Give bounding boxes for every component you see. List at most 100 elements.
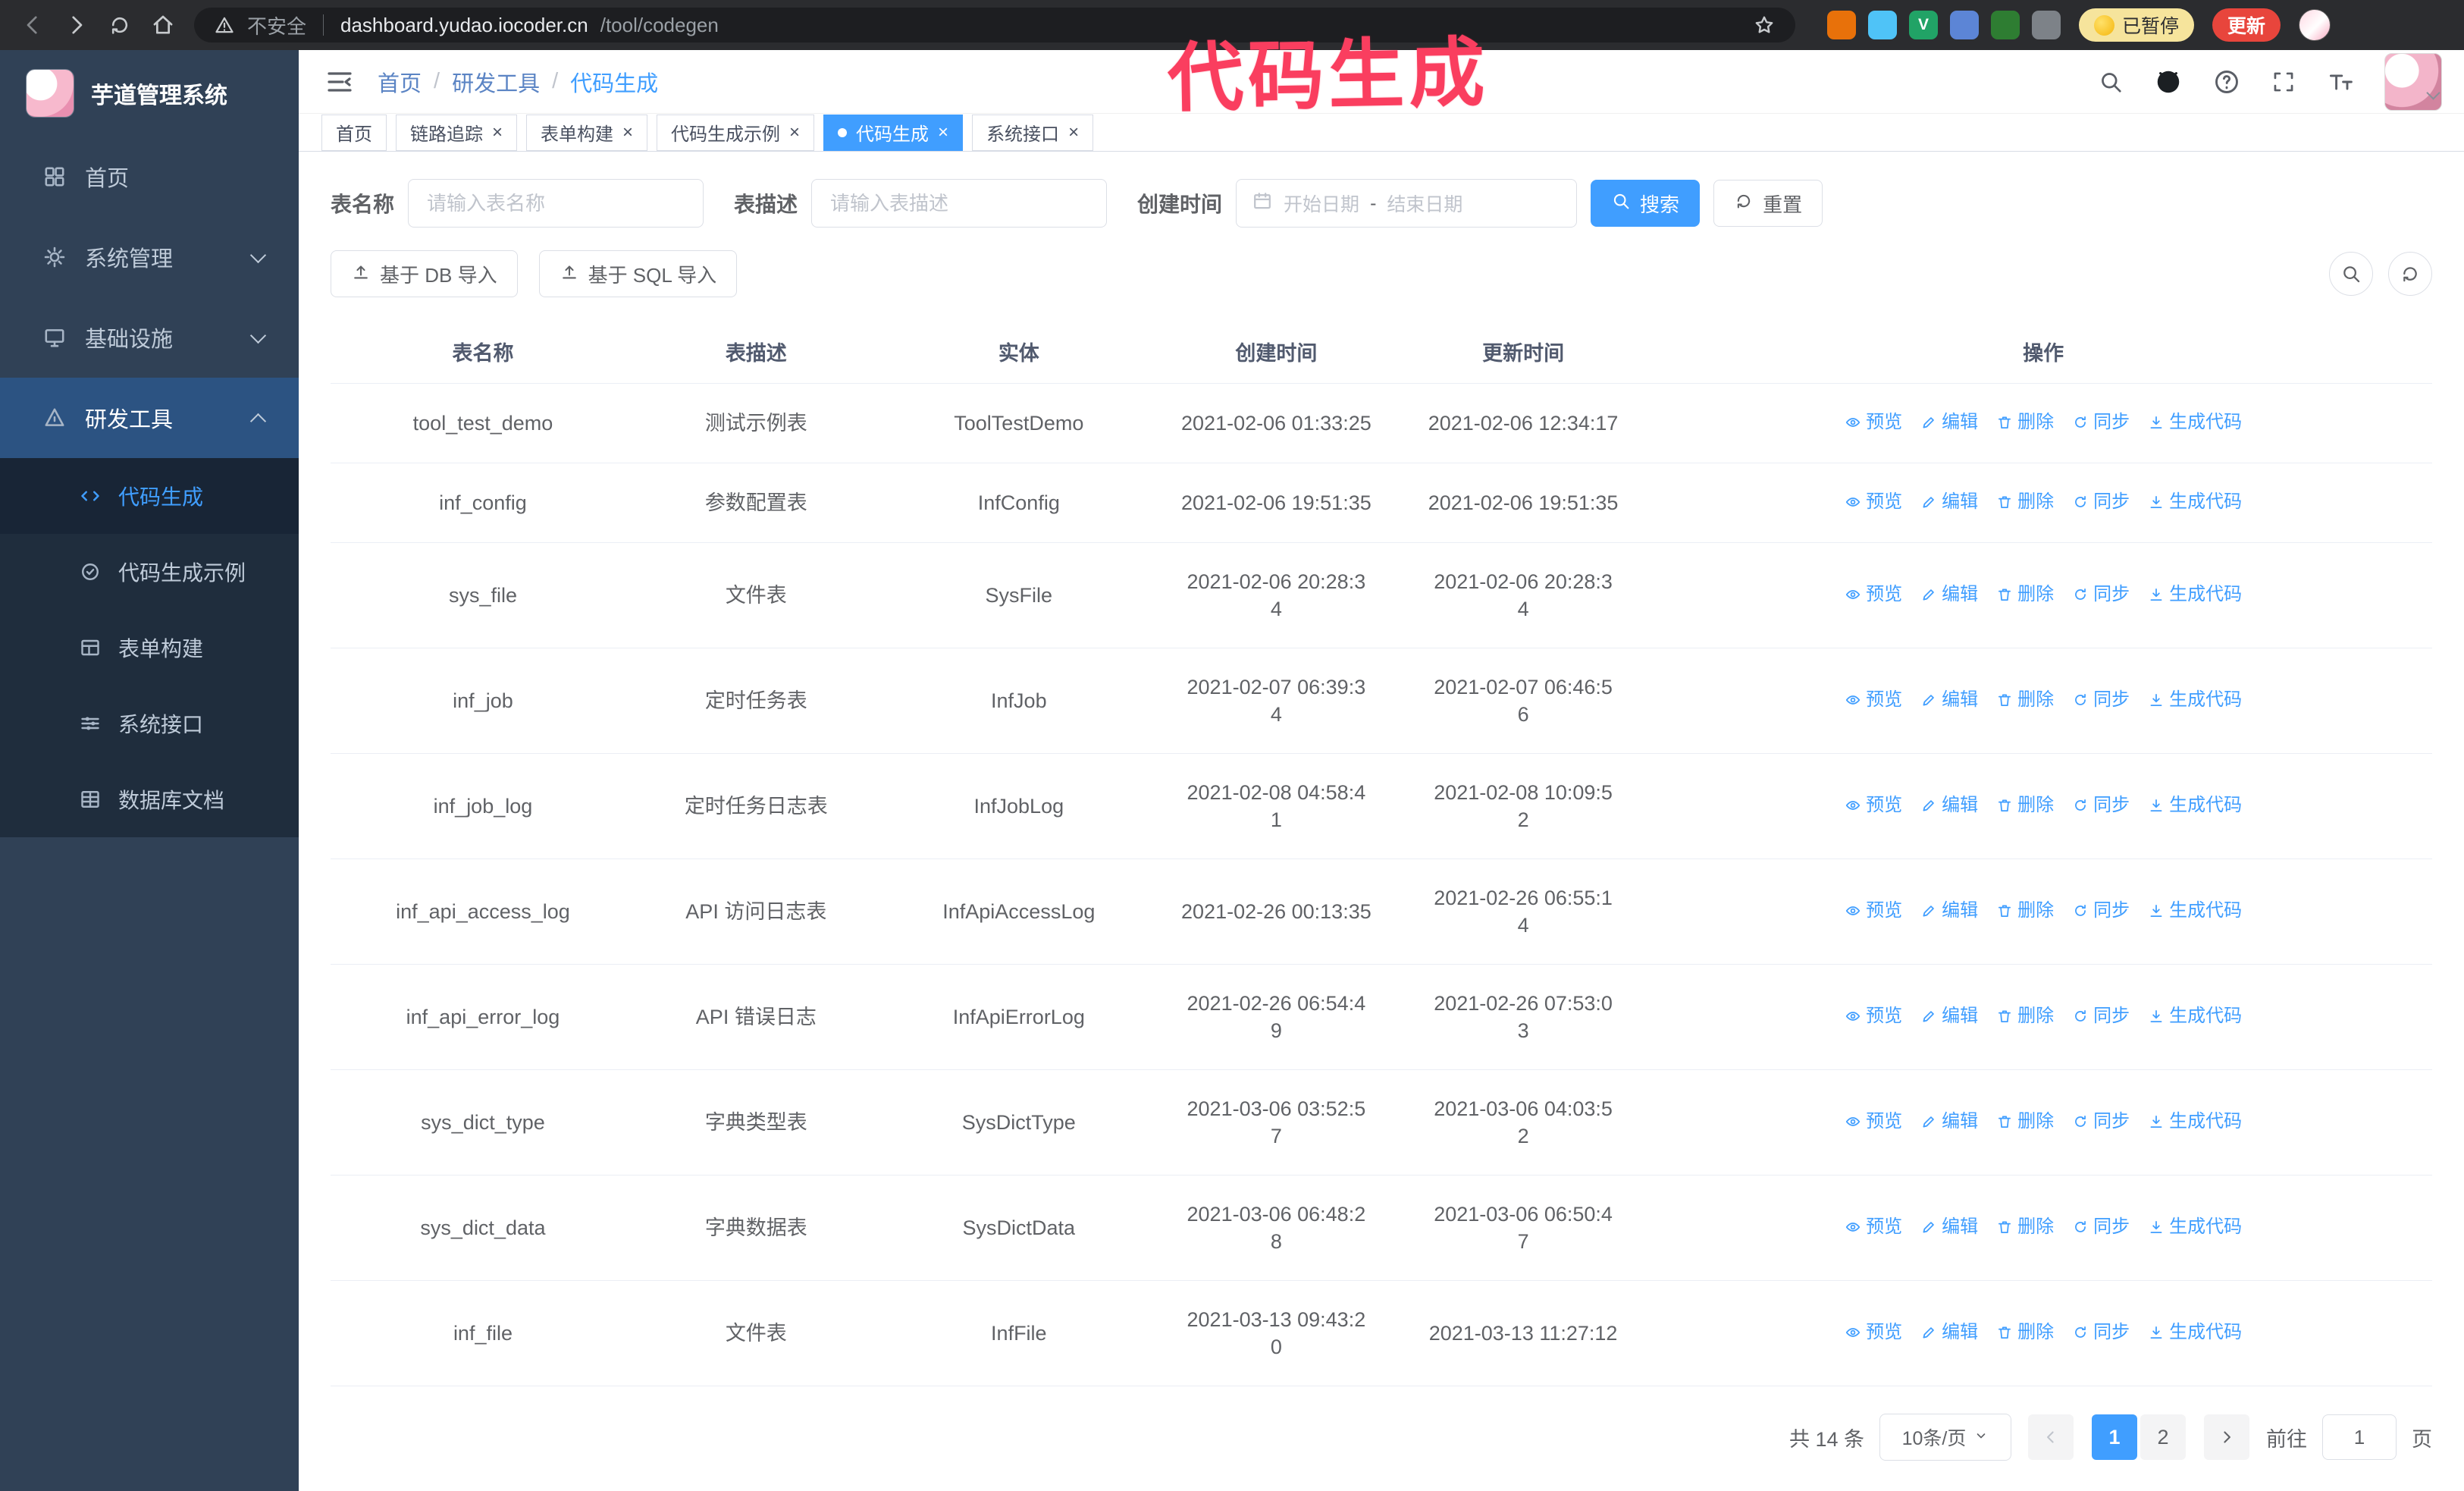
fullscreen-icon[interactable]: [2271, 69, 2296, 95]
action-preview[interactable]: 预览: [1845, 409, 1902, 436]
extension-shield-icon[interactable]: [1827, 11, 1856, 39]
page-button-2[interactable]: 2: [2140, 1414, 2186, 1460]
action-sync[interactable]: 同步: [2072, 1108, 2130, 1135]
search-button[interactable]: 搜索: [1591, 180, 1701, 227]
extension-puzzle-icon[interactable]: [2032, 11, 2061, 39]
sidebar-item-codegen[interactable]: 代码生成: [0, 458, 299, 534]
action-generate-code[interactable]: 生成代码: [2148, 792, 2242, 819]
sidebar-item-devtools[interactable]: 研发工具: [0, 378, 299, 458]
action-delete[interactable]: 删除: [1996, 1213, 2054, 1241]
action-generate-code[interactable]: 生成代码: [2148, 1108, 2242, 1135]
action-preview[interactable]: 预览: [1845, 581, 1902, 608]
tab-系统接口[interactable]: 系统接口 ×: [972, 114, 1094, 151]
action-delete[interactable]: 删除: [1996, 581, 2054, 608]
prev-page-button[interactable]: [2028, 1414, 2074, 1460]
action-edit[interactable]: 编辑: [1920, 409, 1978, 436]
tab-代码生成[interactable]: 代码生成 ×: [823, 114, 964, 151]
browser-profile-avatar[interactable]: [2299, 9, 2331, 41]
close-icon[interactable]: ×: [789, 123, 800, 142]
hamburger-icon[interactable]: [324, 67, 355, 97]
extension-drop-icon[interactable]: [1868, 11, 1897, 39]
reset-button[interactable]: 重置: [1713, 180, 1823, 227]
action-edit[interactable]: 编辑: [1920, 1213, 1978, 1241]
action-preview[interactable]: 预览: [1845, 686, 1902, 714]
action-preview[interactable]: 预览: [1845, 1319, 1902, 1346]
action-generate-code[interactable]: 生成代码: [2148, 1319, 2242, 1346]
reload-icon[interactable]: [108, 13, 132, 37]
action-generate-code[interactable]: 生成代码: [2148, 686, 2242, 714]
sidebar-item-codegen-example[interactable]: 代码生成示例: [0, 534, 299, 610]
action-sync[interactable]: 同步: [2072, 581, 2130, 608]
action-edit[interactable]: 编辑: [1920, 1003, 1978, 1030]
action-edit[interactable]: 编辑: [1920, 897, 1978, 924]
tab-表单构建[interactable]: 表单构建 ×: [526, 114, 648, 151]
next-page-button[interactable]: [2204, 1414, 2249, 1460]
action-preview[interactable]: 预览: [1845, 1003, 1902, 1030]
action-delete[interactable]: 删除: [1996, 1108, 2054, 1135]
action-generate-code[interactable]: 生成代码: [2148, 897, 2242, 924]
action-delete[interactable]: 删除: [1996, 1319, 2054, 1346]
action-delete[interactable]: 删除: [1996, 897, 2054, 924]
action-preview[interactable]: 预览: [1845, 1108, 1902, 1135]
action-generate-code[interactable]: 生成代码: [2148, 581, 2242, 608]
tab-首页[interactable]: 首页: [321, 114, 387, 151]
sidebar-item-infra[interactable]: 基础设施: [0, 297, 299, 378]
refresh-table-button[interactable]: [2388, 252, 2432, 296]
home-icon[interactable]: [150, 12, 176, 38]
action-generate-code[interactable]: 生成代码: [2148, 1003, 2242, 1030]
action-delete[interactable]: 删除: [1996, 1003, 2054, 1030]
goto-page-input[interactable]: [2322, 1414, 2397, 1460]
sidebar-item-db-doc[interactable]: 数据库文档: [0, 761, 299, 837]
action-edit[interactable]: 编辑: [1920, 792, 1978, 819]
question-icon[interactable]: [2213, 68, 2240, 96]
action-sync[interactable]: 同步: [2072, 1003, 2130, 1030]
action-sync[interactable]: 同步: [2072, 1213, 2130, 1241]
extension-people-icon[interactable]: [1950, 11, 1979, 39]
import-db-button[interactable]: 基于 DB 导入: [331, 250, 518, 297]
tab-链路追踪[interactable]: 链路追踪 ×: [396, 114, 518, 151]
action-edit[interactable]: 编辑: [1920, 488, 1978, 516]
page-button-1[interactable]: 1: [2092, 1414, 2137, 1460]
page-size-select[interactable]: 10条/页: [1879, 1414, 2011, 1461]
breadcrumb-home[interactable]: 首页: [378, 66, 422, 98]
font-size-icon[interactable]: [2327, 68, 2354, 96]
github-icon[interactable]: [2154, 67, 2183, 96]
date-range-picker[interactable]: 开始日期 - 结束日期: [1236, 179, 1578, 228]
action-sync[interactable]: 同步: [2072, 488, 2130, 516]
extension-v-icon[interactable]: V: [1909, 11, 1938, 39]
close-icon[interactable]: ×: [492, 123, 503, 142]
action-edit[interactable]: 编辑: [1920, 1108, 1978, 1135]
url-bar[interactable]: 不安全 dashboard.yudao.iocoder.cn/tool/code…: [194, 8, 1795, 42]
forward-icon[interactable]: [64, 12, 89, 38]
extension-leaf-icon[interactable]: [1991, 11, 2020, 39]
action-preview[interactable]: 预览: [1845, 792, 1902, 819]
action-sync[interactable]: 同步: [2072, 792, 2130, 819]
action-preview[interactable]: 预览: [1845, 1213, 1902, 1241]
table-name-input[interactable]: [408, 179, 704, 228]
action-delete[interactable]: 删除: [1996, 488, 2054, 516]
sidebar-item-form-builder[interactable]: 表单构建: [0, 610, 299, 686]
close-icon[interactable]: ×: [622, 123, 633, 142]
close-icon[interactable]: ×: [1068, 123, 1079, 142]
update-button[interactable]: 更新: [2212, 8, 2281, 42]
action-delete[interactable]: 删除: [1996, 792, 2054, 819]
action-sync[interactable]: 同步: [2072, 686, 2130, 714]
back-icon[interactable]: [20, 12, 45, 38]
action-sync[interactable]: 同步: [2072, 897, 2130, 924]
action-sync[interactable]: 同步: [2072, 409, 2130, 436]
action-edit[interactable]: 编辑: [1920, 686, 1978, 714]
action-preview[interactable]: 预览: [1845, 897, 1902, 924]
paused-badge[interactable]: 已暂停: [2079, 8, 2195, 42]
table-desc-input[interactable]: [811, 179, 1108, 228]
toggle-search-button[interactable]: [2329, 252, 2373, 296]
sidebar-item-system[interactable]: 系统管理: [0, 217, 299, 297]
action-edit[interactable]: 编辑: [1920, 1319, 1978, 1346]
action-generate-code[interactable]: 生成代码: [2148, 1213, 2242, 1241]
sidebar-item-system-api[interactable]: 系统接口: [0, 686, 299, 761]
action-generate-code[interactable]: 生成代码: [2148, 488, 2242, 516]
logo[interactable]: 芋道管理系统: [0, 50, 299, 137]
bookmark-star-icon[interactable]: [1753, 14, 1776, 36]
action-delete[interactable]: 删除: [1996, 409, 2054, 436]
close-icon[interactable]: ×: [938, 123, 948, 142]
action-delete[interactable]: 删除: [1996, 686, 2054, 714]
